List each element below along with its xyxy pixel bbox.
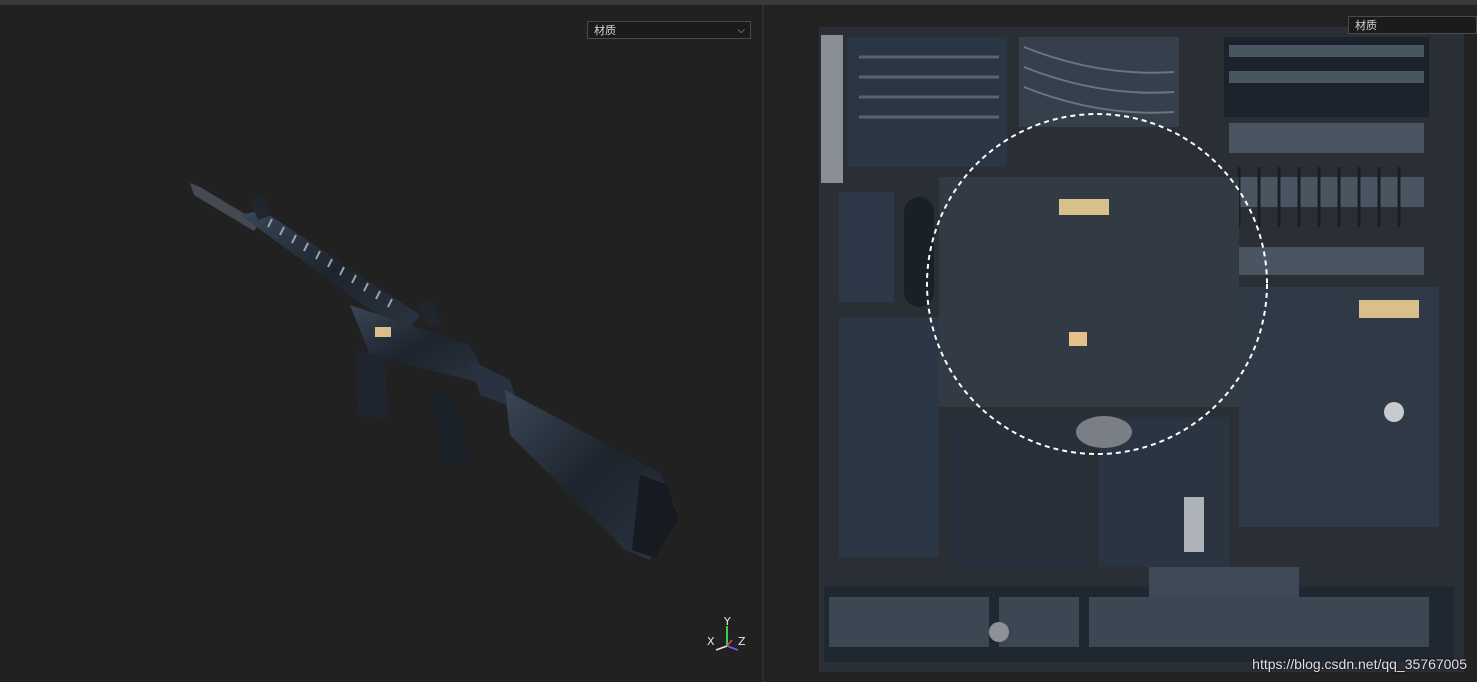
model-viewport[interactable]: 材质 ⌵ Y X Z: [0, 5, 762, 682]
uv-texture-map[interactable]: [819, 27, 1464, 672]
dropdown-value: 材质: [1355, 19, 1377, 32]
material-dropdown-right[interactable]: 材质: [1348, 16, 1477, 34]
chevron-down-icon: ⌵: [737, 25, 745, 36]
rifle-model[interactable]: [0, 5, 762, 682]
axis-y-label: Y: [724, 615, 731, 628]
axis-gizmo-icon: Y X Z: [704, 616, 750, 656]
axis-z-label: Z: [738, 635, 746, 648]
axis-x-label: X: [707, 635, 715, 648]
dropdown-value: 材质: [594, 24, 616, 37]
watermark-text: https://blog.csdn.net/qq_35767005: [1252, 656, 1467, 672]
material-dropdown-left[interactable]: 材质 ⌵: [587, 21, 751, 39]
